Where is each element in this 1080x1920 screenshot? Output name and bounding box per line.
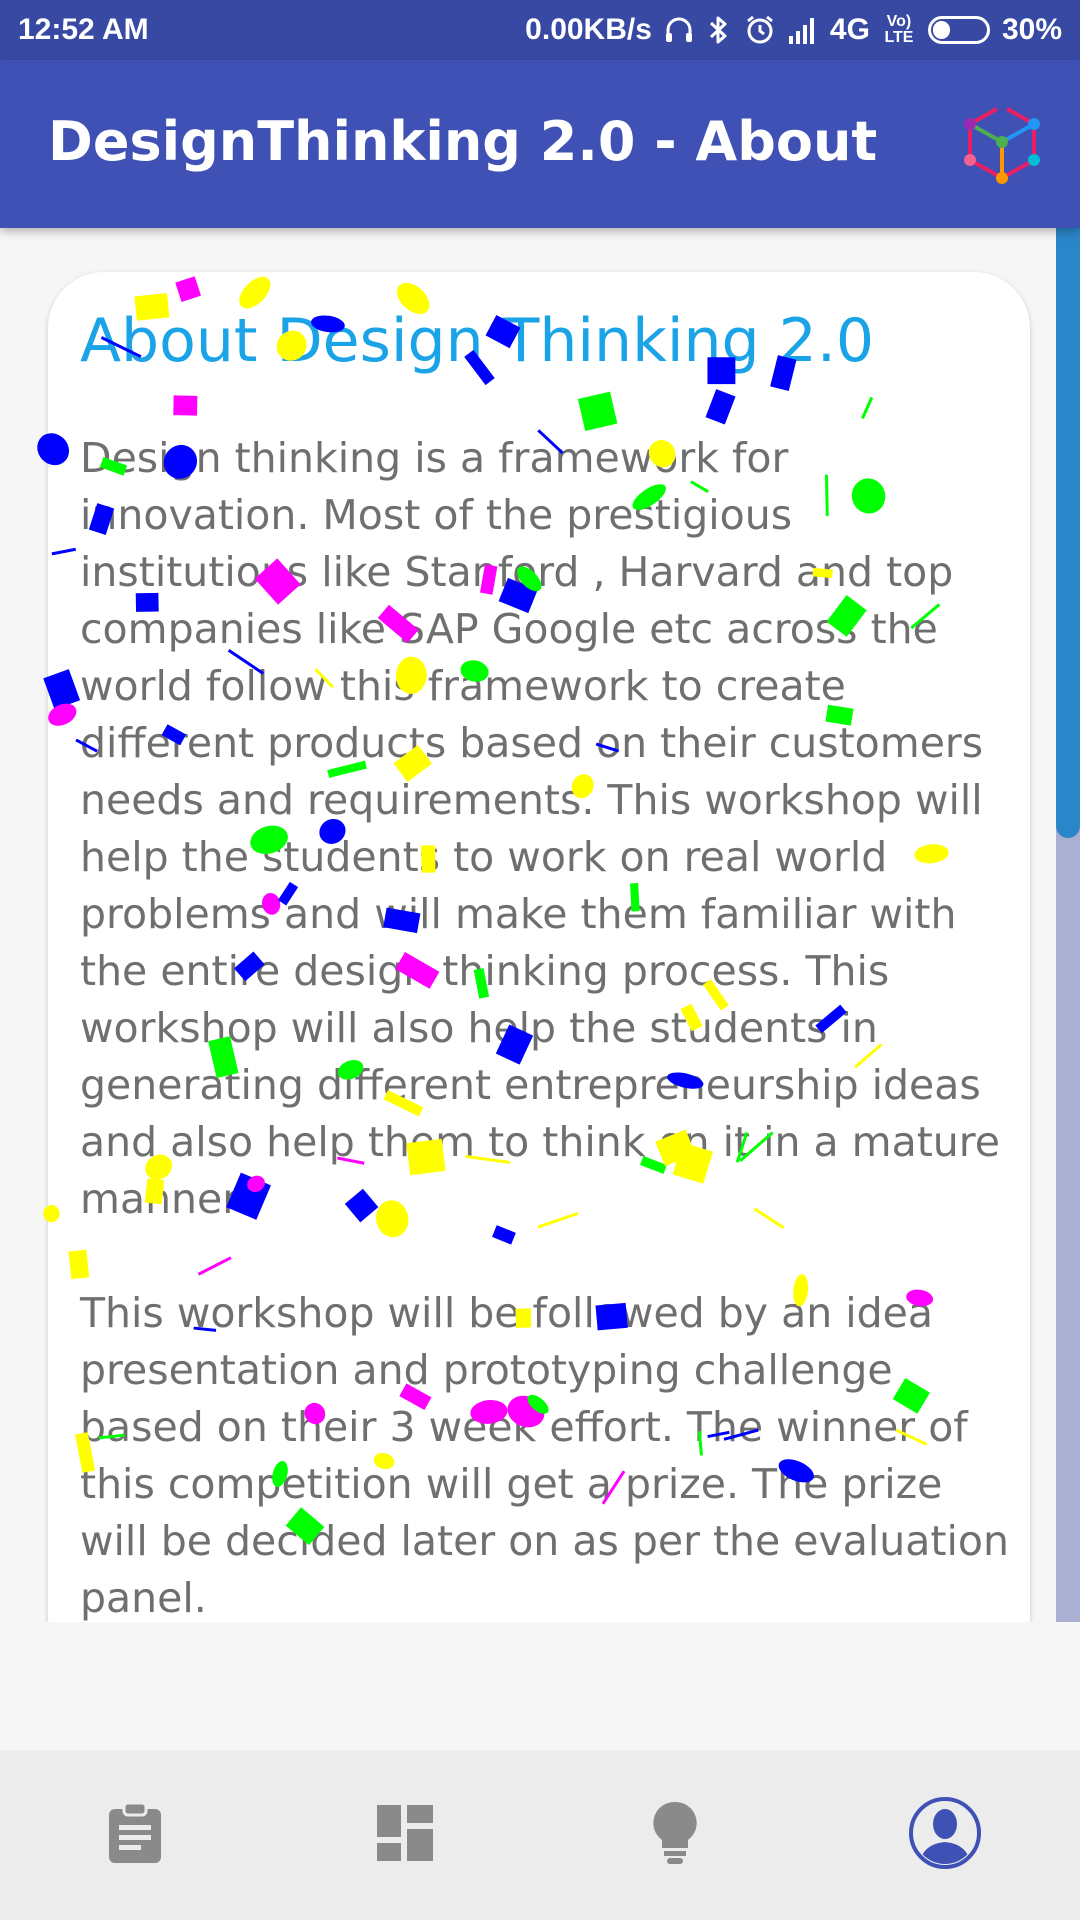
battery-level bbox=[932, 21, 950, 39]
status-time: 12:52 AM bbox=[18, 13, 149, 46]
scrollbar-thumb[interactable] bbox=[1056, 228, 1080, 838]
headset-icon bbox=[664, 15, 694, 45]
network-speed: 0.00KB/s bbox=[525, 13, 652, 46]
signal-icon bbox=[788, 16, 818, 44]
lightbulb-icon bbox=[652, 1800, 698, 1870]
clipboard-icon bbox=[106, 1801, 164, 1869]
nav-item-dashboard[interactable] bbox=[345, 1775, 465, 1895]
nav-item-ideas[interactable] bbox=[615, 1775, 735, 1895]
profile-icon bbox=[908, 1796, 982, 1874]
nav-item-schedule[interactable] bbox=[75, 1775, 195, 1895]
paragraph-challenge: This workshop will be followed by an ide… bbox=[80, 1289, 1009, 1622]
paragraph-intro: Design thinking is a framework for innov… bbox=[80, 434, 1000, 1223]
volte-label: Vo) LTE bbox=[884, 13, 914, 46]
page-title: DesignThinking 2.0 - About bbox=[48, 110, 878, 173]
bluetooth-icon bbox=[706, 14, 732, 46]
content-scroll-area[interactable]: About Design Thinking 2.0 Design thinkin… bbox=[0, 228, 1080, 1622]
status-bar: 12:52 AM 0.00KB/s 4G Vo) LTE 30% bbox=[0, 0, 1080, 60]
network-type: 4G bbox=[829, 13, 870, 46]
app-bar: DesignThinking 2.0 - About bbox=[0, 60, 1080, 228]
bottom-navigation bbox=[0, 1750, 1080, 1920]
about-screen: 12:52 AM 0.00KB/s 4G Vo) LTE 30% DesignT… bbox=[0, 0, 1080, 1920]
scrollbar[interactable] bbox=[1056, 228, 1080, 1622]
status-icons: 0.00KB/s 4G Vo) LTE 30% bbox=[525, 13, 1062, 47]
card-body: Design thinking is a framework for innov… bbox=[80, 430, 1020, 1622]
battery-icon bbox=[927, 16, 990, 44]
battery-percent: 30% bbox=[1001, 13, 1062, 46]
card-title: About Design Thinking 2.0 bbox=[80, 306, 875, 376]
hexagon-cube-logo-icon[interactable] bbox=[962, 100, 1042, 184]
nav-item-about[interactable] bbox=[885, 1775, 1005, 1895]
dashboard-icon bbox=[377, 1805, 433, 1865]
about-card: About Design Thinking 2.0 Design thinkin… bbox=[48, 272, 1030, 1622]
alarm-icon bbox=[744, 14, 776, 46]
